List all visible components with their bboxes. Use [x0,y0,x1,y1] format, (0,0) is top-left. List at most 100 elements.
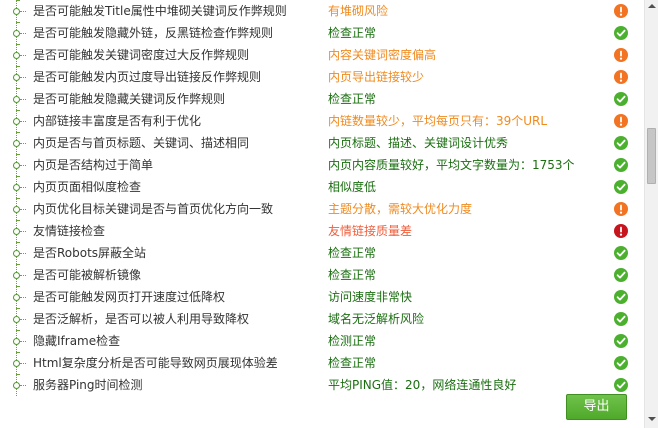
check-result: 相似度低 [328,180,377,194]
tree-connector [20,11,26,12]
check-row: 是否可能触发隐藏关键词反作弊规则 检查正常 [0,88,644,110]
tree-node-icon [13,206,20,213]
export-button[interactable]: 导出 [566,394,627,420]
tree-connector [20,187,26,188]
check-row: 是否可能触发内页过度导出链接反作弊规则 内页导出链接较少 [0,66,644,88]
check-row: 内页是否与首页标题、关键词、描述相同 内页标题、描述、关键词设计优秀 [0,132,644,154]
check-label: 是否可能触发隐藏外链，反黑链检查作弊规则 [33,26,274,40]
warning-icon [614,4,628,18]
check-result: 域名无泛解析风险 [328,312,425,326]
check-result: 检查正常 [328,26,377,40]
check-label: 内页页面相似度检查 [33,180,142,194]
check-row: 是否可能触发隐藏外链，反黑链检查作弊规则 检查正常 [0,22,644,44]
check-icon [614,268,628,282]
check-result: 有堆砌风险 [328,4,389,18]
tree-node-icon [13,184,20,191]
check-row: 内页页面相似度检查 相似度低 [0,176,644,198]
check-row: 友情链接检查 友情链接质量差 [0,220,644,242]
tree-connector [20,33,26,34]
check-row: 是否Robots屏蔽全站 检查正常 [0,242,644,264]
check-result: 检测正常 [328,334,377,348]
check-result: 内链数量较少，平均每页只有：39个URL [328,114,548,128]
tree-connector [20,143,26,144]
error-icon [614,224,628,238]
tree-connector [20,121,26,122]
check-result: 内页标题、描述、关键词设计优秀 [328,136,509,150]
check-result: 内页内容质量较好，平均文字数量为：1753个 [328,158,575,172]
tree-node-icon [13,96,20,103]
scroll-thumb[interactable] [647,128,656,184]
check-icon [614,312,628,326]
tree-node-icon [13,140,20,147]
check-result: 检查正常 [328,246,377,260]
check-label: 友情链接检查 [33,224,106,238]
check-label: 是否Robots屏蔽全站 [33,246,147,260]
warning-icon [614,114,628,128]
scroll-down-arrow-icon[interactable] [648,417,656,421]
check-label: 是否可能触发关键词密度过大反作弊规则 [33,48,250,62]
tree-node-icon [13,8,20,15]
tree-node-icon [13,338,20,345]
tree-connector [20,319,26,320]
check-label: 是否泛解析，是否可以被人利用导致降权 [33,312,250,326]
scroll-up-arrow-icon[interactable] [648,4,656,8]
tree-node-icon [13,162,20,169]
warning-icon [614,48,628,62]
check-result: 检查正常 [328,268,377,282]
check-icon [614,378,628,392]
check-result: 主题分散，需较大优化力度 [328,202,473,216]
tree-node-icon [13,272,20,279]
check-result: 访问速度非常快 [328,290,413,304]
check-result: 内容关键词密度偏高 [328,48,437,62]
check-label: Html复杂度分析是否可能导致网页展现体验差 [33,356,278,370]
check-label: 内部链接丰富度是否有利于优化 [33,114,202,128]
check-icon [614,26,628,40]
tree-connector [20,99,26,100]
check-row: 是否可能触发Title属性中堆砌关键词反作弊规则 有堆砌风险 [0,0,644,22]
check-icon [614,92,628,106]
check-row: 内页优化目标关键词是否与首页优化方向一致 主题分散，需较大优化力度 [0,198,644,220]
check-row: 是否可能触发关键词密度过大反作弊规则 内容关键词密度偏高 [0,44,644,66]
check-icon [614,136,628,150]
tree-node-icon [13,382,20,389]
tree-connector [20,275,26,276]
check-row: 内页是否结构过于简单 内页内容质量较好，平均文字数量为：1753个 [0,154,644,176]
tree-node-icon [13,74,20,81]
check-label: 内页是否结构过于简单 [33,158,154,172]
check-label: 是否可能被解析镜像 [33,268,142,282]
tree-connector [20,363,26,364]
check-label: 服务器Ping时间检测 [33,378,143,392]
check-result: 检查正常 [328,92,377,106]
check-result: 检查正常 [328,356,377,370]
vertical-scrollbar[interactable] [644,0,658,428]
tree-node-icon [13,52,20,59]
warning-icon [614,70,628,84]
tree-connector [20,297,26,298]
tree-connector [20,165,26,166]
check-label: 是否可能触发Title属性中堆砌关键词反作弊规则 [33,4,287,18]
warning-icon [614,202,628,216]
check-label: 内页优化目标关键词是否与首页优化方向一致 [33,202,274,216]
check-result: 内页导出链接较少 [328,70,425,84]
tree-connector [20,209,26,210]
check-row: 隐藏Iframe检查 检测正常 [0,330,644,352]
tree-connector [20,55,26,56]
check-row: Html复杂度分析是否可能导致网页展现体验差 检查正常 [0,352,644,374]
check-icon [614,180,628,194]
tree-node-icon [13,250,20,257]
tree-connector [20,231,26,232]
check-label: 隐藏Iframe检查 [33,334,121,348]
tree-connector [20,77,26,78]
check-icon [614,246,628,260]
check-label: 是否可能触发网页打开速度过低降权 [33,290,226,304]
check-result: 友情链接质量差 [328,224,413,238]
check-icon [614,290,628,304]
check-row: 是否可能触发网页打开速度过低降权 访问速度非常快 [0,286,644,308]
check-row: 是否泛解析，是否可以被人利用导致降权 域名无泛解析风险 [0,308,644,330]
check-icon [614,158,628,172]
check-result: 平均PING值：20，网络连通性良好 [328,378,517,392]
check-icon [614,334,628,348]
check-row: 内部链接丰富度是否有利于优化 内链数量较少，平均每页只有：39个URL [0,110,644,132]
check-row: 服务器Ping时间检测 平均PING值：20，网络连通性良好 [0,374,644,396]
check-label: 是否可能触发内页过度导出链接反作弊规则 [33,70,262,84]
